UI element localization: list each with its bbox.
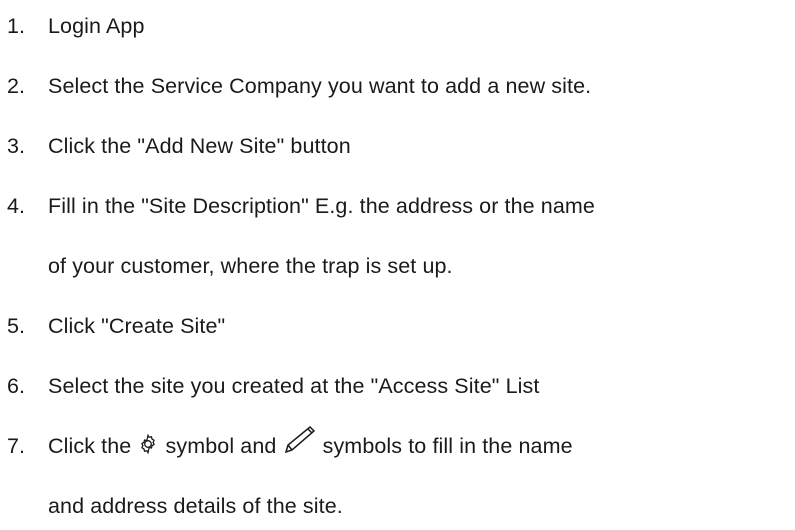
step-number: 6. (7, 374, 26, 398)
pencil-icon (283, 425, 317, 455)
step-2: 2. Select the Service Company you want t… (0, 62, 795, 110)
step-number: 5. (7, 314, 26, 338)
step-1: 1. Login App (0, 2, 795, 50)
step-number: 2. (7, 74, 26, 98)
step-number: 7. (7, 434, 26, 458)
step-text-line: of your customer, where the trap is set … (48, 254, 453, 278)
step-text-line: Click the symbol and symbols to fill in (48, 422, 790, 470)
step-text-line: Click "Create Site" (48, 314, 226, 338)
instruction-list: 1. Login App 2. Select the Service Compa… (0, 0, 795, 530)
step-number: 4. (7, 194, 26, 218)
step-text: Select the site you created at the "Acce… (48, 362, 790, 410)
step-4: 4. Fill in the "Site Description" E.g. t… (0, 182, 795, 290)
step-text: Click the "Add New Site" button (48, 122, 790, 170)
step-text-part: symbol and (165, 434, 277, 458)
step-text-line: Select the site you created at the "Acce… (48, 374, 540, 398)
step-text-line: Login App (48, 14, 145, 38)
step-text: Click "Create Site" (48, 302, 790, 350)
step-text: Login App (48, 2, 790, 50)
step-5: 5. Click "Create Site" (0, 302, 795, 350)
step-text-part: symbols to fill in the name (322, 434, 573, 458)
step-text-line: Fill in the "Site Description" E.g. the … (48, 194, 595, 218)
step-6: 6. Select the site you created at the "A… (0, 362, 795, 410)
step-text: Select the Service Company you want to a… (48, 62, 790, 110)
gear-icon (137, 433, 159, 455)
step-text: Fill in the "Site Description" E.g. the … (48, 182, 790, 290)
step-number: 3. (7, 134, 26, 158)
step-text-line: Select the Service Company you want to a… (48, 74, 592, 98)
step-text-line: Click the "Add New Site" button (48, 134, 351, 158)
step-text-part: Click the (48, 434, 132, 458)
step-number: 1. (7, 14, 26, 38)
step-text-line: and address details of the site. (48, 494, 343, 518)
step-3: 3. Click the "Add New Site" button (0, 122, 795, 170)
